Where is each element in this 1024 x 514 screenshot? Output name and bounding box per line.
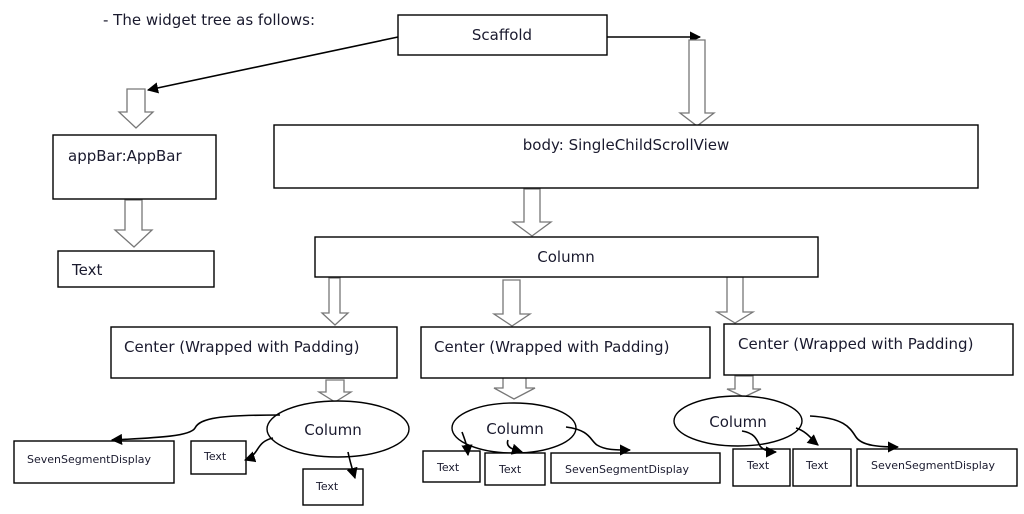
edge-col3-ssd: [809, 415, 900, 453]
node-body-label: body: SingleChildScrollView: [523, 136, 730, 154]
leaf-c3-ssd: SevenSegmentDisplay: [856, 448, 1018, 487]
hollow-arrow-icon: [511, 188, 553, 237]
node-scaffold-label: Scaffold: [472, 26, 532, 44]
hollow-arrow-icon: [678, 39, 716, 127]
hollow-arrow-icon: [714, 276, 756, 324]
widget-tree-diagram: - The widget tree as follows: Scaffold a…: [13, 11, 1018, 506]
leaf-c1-text-2-label: Text: [315, 480, 339, 493]
hollow-arrow-icon: [316, 379, 354, 403]
edge-col1-ssd: [110, 414, 281, 446]
leaf-c2-text-1: Text: [422, 450, 481, 483]
node-appbar-text: Text: [57, 250, 215, 288]
leaf-c2-text-2-label: Text: [498, 463, 522, 476]
leaf-c1-ssd: SevenSegmentDisplay: [13, 440, 175, 484]
node-center-3-label: Center (Wrapped with Padding): [738, 335, 973, 353]
hollow-arrow-icon: [726, 375, 762, 398]
leaf-c3-ssd-label: SevenSegmentDisplay: [871, 459, 996, 472]
node-center-1-label: Center (Wrapped with Padding): [124, 338, 359, 356]
hollow-arrow-icon: [320, 277, 350, 326]
edge-col1-text1: [243, 437, 274, 463]
leaf-c3-text-2-label: Text: [805, 459, 829, 472]
leaf-c2-text-2: Text: [484, 452, 546, 486]
node-center-2: Center (Wrapped with Padding): [420, 326, 711, 379]
node-column: Column: [314, 236, 819, 278]
node-center-1: Center (Wrapped with Padding): [110, 326, 398, 379]
leaf-c2-ssd: SevenSegmentDisplay: [550, 452, 721, 484]
node-column-label: Column: [537, 248, 594, 266]
node-col-2: Column: [451, 402, 577, 454]
hollow-arrow-icon: [113, 199, 154, 248]
hollow-arrow-icon: [491, 279, 533, 327]
leaf-c2-text-1-label: Text: [436, 461, 460, 474]
node-scaffold: Scaffold: [397, 14, 608, 56]
caption: - The widget tree as follows:: [103, 11, 315, 29]
node-center-3: Center (Wrapped with Padding): [723, 323, 1014, 376]
node-col-2-label: Column: [486, 420, 543, 438]
leaf-c1-ssd-label: SevenSegmentDisplay: [27, 453, 152, 466]
leaf-c1-text-1-label: Text: [203, 450, 227, 463]
node-col-3-label: Column: [709, 413, 766, 431]
hollow-arrow-icon: [117, 88, 155, 129]
leaf-c2-ssd-label: SevenSegmentDisplay: [565, 463, 690, 476]
leaf-c3-text-1: Text: [732, 448, 791, 487]
leaf-c3-text-1-label: Text: [746, 459, 770, 472]
node-center-2-label: Center (Wrapped with Padding): [434, 338, 669, 356]
leaf-c3-text-2: Text: [792, 448, 852, 487]
node-col-1: Column: [266, 400, 410, 458]
edge-scaffold-appbar: [146, 36, 399, 94]
node-body: body: SingleChildScrollView: [273, 124, 979, 189]
hollow-arrow-icon: [493, 376, 536, 400]
node-appbar-text-label: Text: [71, 261, 102, 279]
node-col-3: Column: [673, 395, 803, 447]
leaf-c1-text-1: Text: [190, 440, 247, 475]
node-appbar: appBar:AppBar: [52, 134, 217, 200]
edge-col3-text2: [795, 427, 819, 446]
node-appbar-label: appBar:AppBar: [68, 147, 182, 165]
node-col-1-label: Column: [304, 421, 361, 439]
